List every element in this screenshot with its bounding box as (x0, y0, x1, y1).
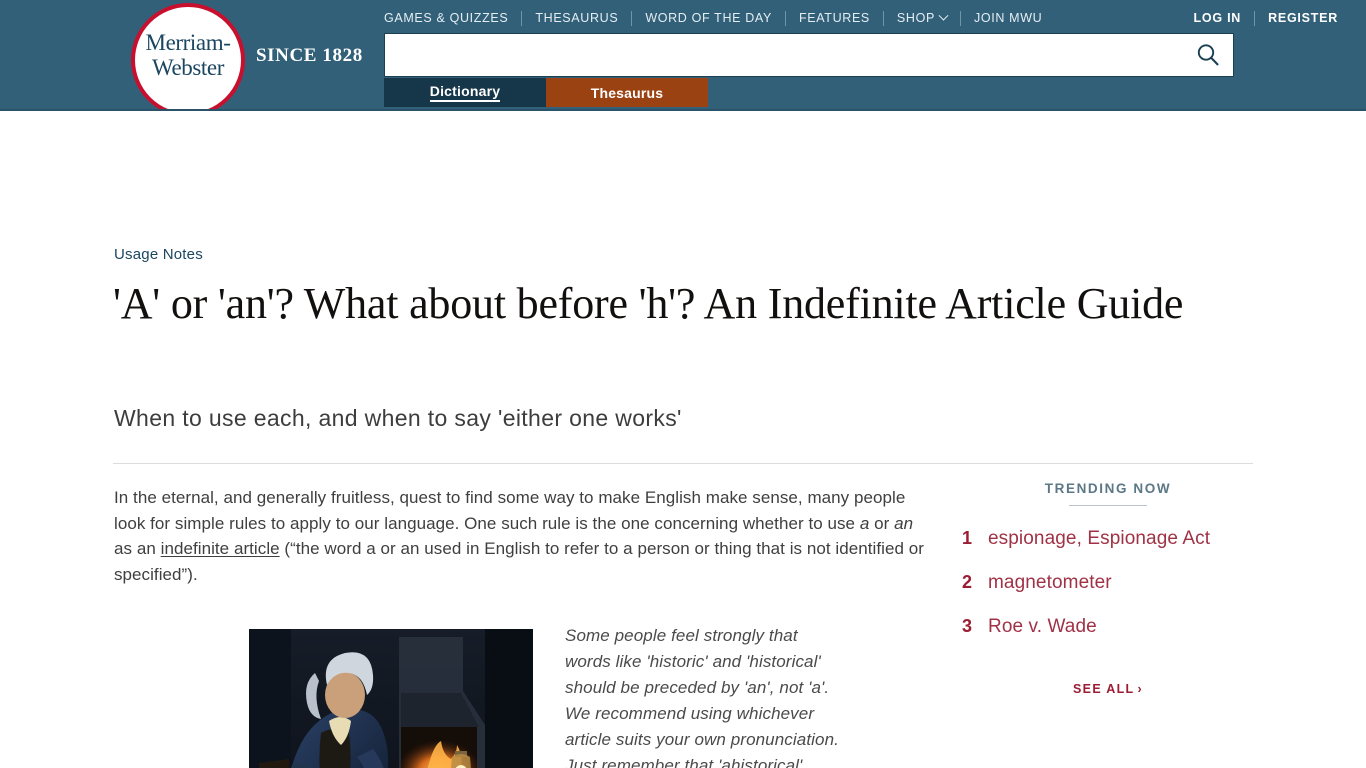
indefinite-article-link[interactable]: indefinite article (161, 539, 280, 558)
nav-item-thesaurus[interactable]: THESAURUS (535, 11, 618, 25)
article-pullquote: Some people feel strongly that words lik… (565, 626, 839, 768)
register-link[interactable]: REGISTER (1268, 11, 1338, 25)
nav-label: SHOP (896, 11, 935, 25)
tab-thesaurus-label: Thesaurus (590, 84, 664, 101)
nav-divider (784, 10, 786, 26)
trending-rank: 1 (962, 528, 973, 548)
nav-divider (521, 10, 523, 26)
primary-nav: GAMES & QUIZZES THESAURUS WORD OF THE DA… (384, 9, 1042, 27)
nav-label: WORD OF THE DAY (645, 11, 772, 25)
logo-line-1: Merriam- (145, 30, 231, 55)
nav-divider (959, 10, 961, 26)
main-content: Usage Notes 'A' or 'an'? What about befo… (0, 111, 1366, 768)
trending-item-1[interactable]: 1 espionage, Espionage Act (962, 528, 1254, 550)
nav-item-features[interactable]: FEATURES (799, 11, 870, 25)
article-body: In the eternal, and generally fruitless,… (114, 485, 924, 587)
trending-rank: 3 (962, 616, 973, 636)
trending-item-3[interactable]: 3 Roe v. Wade (962, 616, 1254, 638)
paragraph-part-3: as an (114, 539, 161, 559)
nav-item-games-quizzes[interactable]: GAMES & QUIZZES (384, 11, 508, 25)
trending-now-panel: TRENDING NOW 1 espionage, Espionage Act … (962, 481, 1254, 696)
paragraph-part-2: or (869, 513, 895, 533)
article-figure-row: Some people feel strongly that words lik… (114, 616, 924, 768)
chevron-down-icon (938, 10, 949, 21)
header-divider (113, 463, 1253, 464)
tab-dictionary-label: Dictionary (429, 83, 501, 102)
page-title: 'A' or 'an'? What about before 'h'? An I… (113, 279, 1184, 328)
nav-divider (631, 10, 633, 26)
nav-label: THESAURUS (535, 11, 619, 25)
search-box (384, 33, 1234, 77)
log-in-link[interactable]: LOG IN (1194, 11, 1242, 25)
article-subtitle: When to use each, and when to say 'eithe… (114, 405, 682, 431)
nav-label: FEATURES (798, 11, 870, 25)
logo-line-2: Webster (152, 55, 224, 80)
article-photo (249, 629, 533, 768)
paragraph-emphasis-an: an (894, 513, 914, 533)
paragraph-part-1: In the eternal, and generally fruitless,… (114, 488, 906, 533)
nav-divider (882, 10, 884, 26)
site-header: Merriam- Webster SINCE 1828 GAMES & QUIZ… (0, 0, 1366, 117)
nav-label: GAMES & QUIZZES (384, 11, 509, 25)
search-icon (1197, 44, 1219, 66)
search-button[interactable] (1191, 39, 1225, 71)
site-logo[interactable]: Merriam- Webster (131, 3, 249, 117)
trending-item-2[interactable]: 2 magnetometer (962, 572, 1254, 594)
tab-thesaurus[interactable]: Thesaurus (546, 78, 708, 107)
trending-label: magnetometer (988, 572, 1112, 593)
search-input[interactable] (385, 34, 1185, 76)
trending-label: espionage, Espionage Act (988, 528, 1211, 549)
see-all-link[interactable]: SEE ALL › (962, 682, 1254, 696)
article-kicker[interactable]: Usage Notes (114, 246, 203, 263)
paragraph-emphasis-a: a (859, 513, 870, 533)
auth-nav: LOG IN REGISTER (1194, 9, 1338, 27)
article-paragraph: In the eternal, and generally fruitless,… (114, 485, 924, 587)
trending-rank: 2 (962, 572, 973, 592)
nav-label: JOIN MWU (973, 11, 1043, 25)
logo-text: Merriam- Webster (131, 30, 245, 80)
chevron-right-icon: › (1137, 682, 1143, 696)
auth-divider (1254, 10, 1256, 26)
nav-item-join-mwu[interactable]: JOIN MWU (974, 11, 1042, 25)
tab-dictionary[interactable]: Dictionary (384, 78, 546, 107)
trending-divider (1069, 505, 1147, 506)
nav-item-shop[interactable]: SHOP (896, 10, 949, 25)
since-tagline: SINCE 1828 (256, 45, 363, 66)
colonial-writer-photo (249, 629, 533, 768)
see-all-label: SEE ALL (1073, 682, 1135, 696)
nav-item-word-of-the-day[interactable]: WORD OF THE DAY (645, 11, 772, 25)
trending-now-title: TRENDING NOW (1044, 481, 1172, 496)
trending-label: Roe v. Wade (988, 616, 1097, 637)
search-scope-tabs: Dictionary Thesaurus (384, 78, 708, 107)
